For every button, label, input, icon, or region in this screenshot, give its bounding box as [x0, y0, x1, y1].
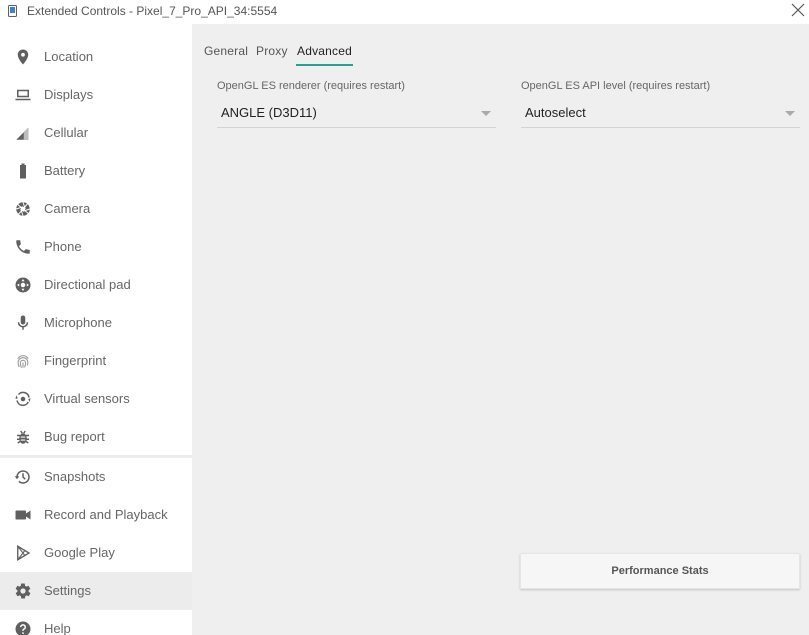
help-icon	[15, 621, 31, 635]
microphone-icon	[17, 315, 29, 330]
tab-proxy[interactable]: Proxy	[256, 44, 288, 58]
sidebar-item-fingerprint[interactable]: Fingerprint	[0, 342, 192, 380]
sidebar-item-phone[interactable]: Phone	[0, 228, 192, 266]
performance-stats-button[interactable]: Performance Stats	[520, 553, 800, 589]
renderer-label: OpenGL ES renderer (requires restart)	[217, 80, 405, 92]
gear-icon	[15, 583, 31, 599]
sidebar-item-directional-pad[interactable]: Directional pad	[0, 266, 192, 304]
fingerprint-icon	[17, 355, 29, 369]
sidebar-item-label: Record and Playback	[44, 507, 168, 522]
sidebar-item-snapshots[interactable]: Snapshots	[0, 458, 192, 496]
sidebar-item-label: Bug report	[44, 429, 105, 444]
sidebar-item-displays[interactable]: Displays	[0, 76, 192, 114]
sidebar-item-label: Google Play	[44, 545, 115, 560]
sidebar-item-location[interactable]: Location	[0, 38, 192, 76]
tab-advanced[interactable]: Advanced	[297, 44, 352, 58]
title-bar: Extended Controls - Pixel_7_Pro_API_34:5…	[0, 0, 809, 24]
history-icon	[14, 470, 30, 484]
sidebar-item-bug-report[interactable]: Bug report	[0, 418, 192, 456]
sidebar-item-label: Directional pad	[44, 277, 131, 292]
sidebar-item-help[interactable]: Help	[0, 610, 192, 635]
display-icon	[15, 89, 31, 101]
battery-icon	[20, 163, 26, 179]
sidebar-item-label: Fingerprint	[44, 353, 107, 368]
api-level-value: Autoselect	[525, 105, 586, 120]
api-level-select[interactable]: Autoselect	[521, 102, 800, 128]
sidebar-item-label: Virtual sensors	[44, 391, 130, 406]
rotation-icon	[15, 391, 31, 407]
sidebar-item-battery[interactable]: Battery	[0, 152, 192, 190]
dropdown-arrow-icon	[785, 111, 795, 116]
sidebar-item-label: Microphone	[44, 315, 112, 330]
sidebar-item-camera[interactable]: Camera	[0, 190, 192, 228]
phone-icon	[16, 240, 30, 254]
api-level-label: OpenGL ES API level (requires restart)	[521, 80, 711, 92]
camera-shutter-icon	[16, 202, 30, 216]
bug-icon	[17, 430, 29, 444]
sidebar: Location Displays Cellular Battery Camer…	[0, 24, 192, 635]
sidebar-item-label: Camera	[44, 201, 91, 216]
location-pin-icon	[17, 49, 29, 65]
sidebar-item-label: Snapshots	[44, 469, 106, 484]
google-play-icon	[17, 545, 31, 561]
tab-general[interactable]: General	[204, 44, 248, 58]
close-icon[interactable]	[789, 1, 807, 19]
dpad-icon	[15, 277, 31, 293]
sidebar-item-label: Location	[44, 49, 94, 64]
sidebar-item-label: Battery	[44, 163, 86, 178]
sidebar-item-label: Help	[44, 621, 71, 635]
dropdown-arrow-icon	[481, 111, 491, 116]
sidebar-item-record-and-playback[interactable]: Record and Playback	[0, 496, 192, 534]
active-tab-indicator	[296, 64, 353, 66]
sidebar-item-cellular[interactable]: Cellular	[0, 114, 192, 152]
window-title: Extended Controls - Pixel_7_Pro_API_34:5…	[27, 4, 278, 18]
cellular-signal-icon	[16, 127, 29, 140]
sidebar-item-label: Cellular	[44, 125, 89, 140]
renderer-select[interactable]: ANGLE (D3D11)	[217, 102, 496, 128]
video-camera-icon	[15, 510, 31, 520]
sidebar-item-label: Settings	[44, 583, 91, 598]
sidebar-item-microphone[interactable]: Microphone	[0, 304, 192, 342]
emulator-app-icon	[8, 5, 17, 17]
sidebar-item-settings[interactable]: Settings	[0, 572, 192, 610]
sidebar-item-virtual-sensors[interactable]: Virtual sensors	[0, 380, 192, 418]
settings-panel: General Proxy Advanced OpenGL ES rendere…	[192, 24, 809, 635]
renderer-value: ANGLE (D3D11)	[221, 105, 317, 120]
sidebar-item-google-play[interactable]: Google Play	[0, 534, 192, 572]
sidebar-item-label: Phone	[44, 239, 82, 254]
sidebar-item-label: Displays	[44, 87, 94, 102]
